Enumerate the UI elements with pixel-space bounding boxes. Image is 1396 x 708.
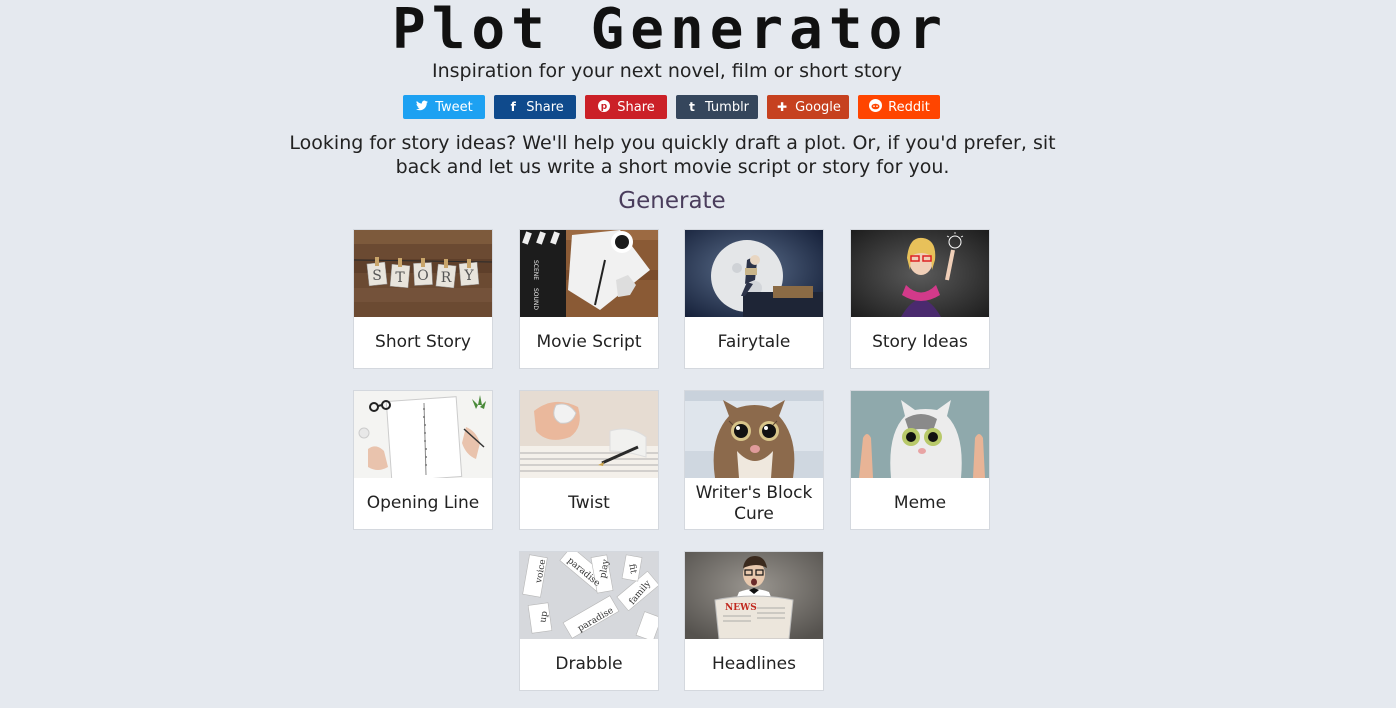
pinterest-share-label: Share [617,99,655,115]
tumblr-button[interactable]: t Tumblr [676,95,758,119]
card-label: Writer's Block Cure [695,482,813,524]
card-label: Opening Line [366,493,480,513]
tweet-label: Tweet [435,99,473,115]
intro-text: Looking for story ideas? We'll help you … [289,132,1056,178]
tweet-button[interactable]: Tweet [403,95,485,119]
card-label: Meme [893,493,947,513]
card-label: Headlines [712,654,796,674]
card-label: Twist [568,493,610,513]
opening-line-image [354,391,492,478]
svg-text:p: p [601,102,608,112]
story-ideas-image [851,230,989,317]
svg-text:T: T [395,270,405,286]
short-story-image: STORY [354,230,492,317]
card-writers-block-cure[interactable]: Writer's Block Cure [684,390,824,530]
google-plus-button[interactable]: ✚ Google [767,95,849,119]
card-label: Fairytale [717,332,791,352]
facebook-share-label: Share [526,99,564,115]
card-drabble[interactable]: voice paradise play family up paradise f… [519,551,659,691]
card-short-story[interactable]: STORY Short Story [353,229,493,369]
drabble-image: voice paradise play family up paradise f… [520,552,658,639]
reddit-label: Reddit [888,99,930,115]
svg-text:SCENE: SCENE [532,260,539,280]
site-title[interactable]: Plot Generator [0,0,1340,60]
svg-text:NEWS: NEWS [725,603,757,613]
card-twist[interactable]: Twist [519,390,659,530]
writers-block-cure-image [685,391,823,478]
card-label: Short Story [375,332,471,352]
card-movie-script[interactable]: SCENE SOUND Movie Script [519,229,659,369]
svg-text:up: up [538,610,550,623]
fairytale-image [685,230,823,317]
share-bar: Tweet f Share p Share t Tumblr ✚ Google … [403,95,940,119]
svg-text:R: R [441,270,452,286]
headlines-image: NEWS [685,552,823,639]
card-meme[interactable]: Meme [850,390,990,530]
card-opening-line[interactable]: Opening Line [353,390,493,530]
reddit-button[interactable]: Reddit [858,95,940,119]
twist-image [520,391,658,478]
facebook-share-button[interactable]: f Share [494,95,576,119]
card-headlines[interactable]: NEWS Headlines [684,551,824,691]
movie-script-image: SCENE SOUND [520,230,658,317]
card-label: Drabble [555,654,623,674]
tumblr-icon: t [689,100,695,114]
reddit-icon [868,99,882,115]
page: Plot Generator Inspiration for your next… [0,0,1396,708]
google-label: Google [795,99,841,115]
generate-heading: Generate [618,188,726,214]
svg-text:S: S [372,268,382,284]
pinterest-icon: p [597,99,611,115]
tumblr-label: Tumblr [704,99,750,115]
svg-text:O: O [417,268,428,284]
card-label: Story Ideas [872,332,968,352]
pinterest-share-button[interactable]: p Share [585,95,667,119]
svg-text:SOUND: SOUND [532,288,539,310]
tagline: Inspiration for your next novel, film or… [432,60,902,82]
card-fairytale[interactable]: Fairytale [684,229,824,369]
google-plus-icon: ✚ [777,100,788,114]
twitter-icon [415,100,429,114]
facebook-icon: f [510,100,516,114]
meme-image [851,391,989,478]
svg-text:Y: Y [463,268,474,284]
card-label: Movie Script [536,332,642,352]
card-story-ideas[interactable]: Story Ideas [850,229,990,369]
